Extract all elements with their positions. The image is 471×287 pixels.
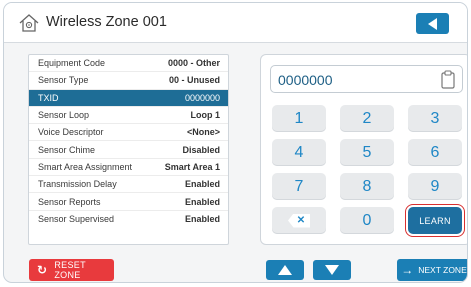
arrow-up-icon (278, 265, 292, 275)
setting-label: Smart Area Assignment (38, 161, 133, 172)
key-2[interactable]: 2 (340, 105, 394, 132)
key-7[interactable]: 7 (272, 173, 326, 200)
arrow-down-icon (325, 265, 339, 275)
setting-label: Sensor Loop (38, 110, 90, 121)
setting-label: Sensor Type (38, 75, 89, 86)
key-4[interactable]: 4 (272, 139, 326, 166)
setting-label: Equipment Code (38, 58, 106, 69)
setting-label: Transmission Delay (38, 179, 117, 190)
key-5[interactable]: 5 (340, 139, 394, 166)
refresh-icon: ↻ (37, 263, 48, 277)
reset-zone-button[interactable]: ↻ RESET ZONE (29, 259, 114, 281)
setting-label: Voice Descriptor (38, 127, 104, 138)
clipboard-icon[interactable] (441, 70, 455, 89)
key-0[interactable]: 0 (340, 207, 394, 234)
setting-value: Enabled (184, 179, 220, 190)
keypad-panel: 0000000 1 2 3 4 5 6 7 8 9 ✕ 0 LEARN (260, 54, 467, 245)
key-9[interactable]: 9 (408, 173, 462, 200)
txid-input[interactable]: 0000000 (270, 65, 463, 93)
home-settings-icon (19, 14, 39, 32)
zone-settings-list: Equipment Code 0000 - Other Sensor Type … (28, 54, 229, 245)
setting-value: 00 - Unused (168, 75, 220, 86)
delete-button[interactable]: ✕ (272, 207, 326, 234)
scroll-down-button[interactable] (313, 260, 351, 280)
setting-row-smart-area[interactable]: Smart Area Assignment Smart Area 1 (29, 159, 228, 177)
setting-row-sensor-chime[interactable]: Sensor Chime Disabled (29, 141, 228, 159)
setting-value: Disabled (182, 144, 220, 155)
key-3[interactable]: 3 (408, 105, 462, 132)
back-button[interactable] (416, 13, 449, 34)
backspace-icon: ✕ (288, 213, 310, 228)
reset-zone-label: RESET ZONE (54, 260, 86, 280)
scroll-up-button[interactable] (266, 260, 304, 280)
setting-label: Sensor Chime (38, 144, 96, 155)
key-8[interactable]: 8 (340, 173, 394, 200)
setting-value: <None> (186, 127, 220, 138)
header-bar: Wireless Zone 001 (4, 3, 467, 43)
setting-label: Sensor Reports (38, 196, 101, 207)
setting-value: Enabled (184, 196, 220, 207)
learn-button[interactable]: LEARN (405, 204, 465, 237)
key-6[interactable]: 6 (408, 139, 462, 166)
setting-value: 0000 - Other (167, 58, 220, 69)
page-title: Wireless Zone 001 (46, 14, 167, 30)
setting-row-txid[interactable]: TXID 0000000 (29, 89, 228, 107)
setting-row-transmission-delay[interactable]: Transmission Delay Enabled (29, 176, 228, 194)
arrow-right-icon: → (401, 263, 414, 277)
app-window: Wireless Zone 001 Equipment Code 0000 - … (3, 2, 468, 283)
setting-value: Smart Area 1 (164, 161, 220, 172)
next-zone-button[interactable]: → NEXT ZONE (397, 259, 467, 281)
setting-label: Sensor Supervised (38, 214, 115, 225)
setting-value: Enabled (184, 214, 220, 225)
setting-value: 0000000 (184, 92, 220, 103)
setting-row-equipment-code[interactable]: Equipment Code 0000 - Other (29, 55, 228, 73)
setting-row-sensor-reports[interactable]: Sensor Reports Enabled (29, 193, 228, 211)
next-zone-label: NEXT ZONE (418, 265, 467, 275)
back-arrow-icon (428, 17, 437, 30)
key-1[interactable]: 1 (272, 105, 326, 132)
setting-row-sensor-loop[interactable]: Sensor Loop Loop 1 (29, 107, 228, 125)
setting-row-sensor-supervised[interactable]: Sensor Supervised Enabled (29, 211, 228, 228)
setting-row-sensor-type[interactable]: Sensor Type 00 - Unused (29, 72, 228, 90)
setting-row-voice-descriptor[interactable]: Voice Descriptor <None> (29, 124, 228, 142)
setting-value: Loop 1 (190, 110, 221, 121)
setting-label: TXID (38, 92, 59, 103)
txid-value: 0000000 (278, 72, 333, 88)
